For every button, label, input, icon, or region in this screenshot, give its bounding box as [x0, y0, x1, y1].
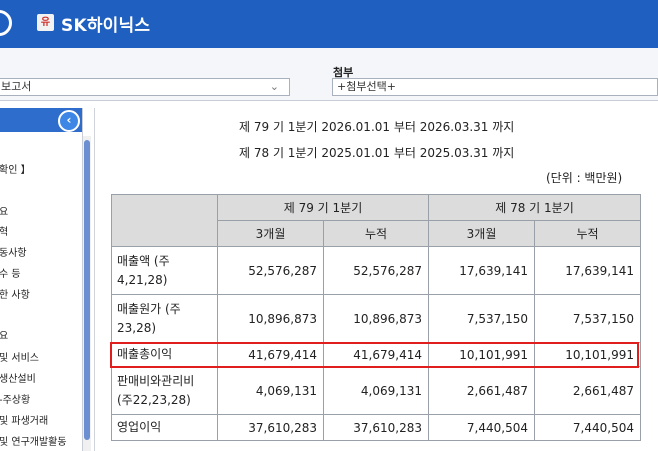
cell-value: 4,069,131	[217, 366, 324, 415]
row-label: 매출원가 (주23,28)	[111, 294, 218, 343]
cell-value: 7,537,150	[534, 294, 641, 343]
toc-item[interactable]: 요	[0, 327, 8, 342]
group-header-prior: 제 78 기 1분기	[428, 194, 641, 221]
cell-value: 41,679,414	[217, 342, 324, 367]
unit-label: (단위 : 백만원)	[546, 171, 623, 185]
cell-value: 37,610,283	[323, 414, 429, 441]
sidebar-scrollbar[interactable]	[83, 136, 91, 451]
cell-value: 10,101,991	[534, 342, 641, 367]
row-label: 판매비와관리비 (주22,23,28)	[111, 366, 218, 415]
toc-item[interactable]: 및 서비스	[0, 349, 39, 364]
toc-item[interactable]: 요	[0, 203, 8, 218]
chevron-down-icon[interactable]: ⌄	[270, 79, 279, 95]
cell-value: 10,101,991	[428, 342, 535, 367]
toc-item[interactable]: 한 사항	[0, 286, 30, 301]
sub-header: 누적	[323, 220, 429, 247]
toc-item[interactable]: 동사항	[0, 244, 27, 259]
table-row: 영업이익 37,610,283 37,610,283 7,440,504 7,4…	[111, 414, 641, 441]
cell-value: 7,537,150	[428, 294, 535, 343]
title-bar: 유 SK하이닉스	[0, 0, 658, 48]
cell-value: 17,639,141	[534, 246, 641, 295]
cell-value: 10,896,873	[217, 294, 324, 343]
cell-value: 41,679,414	[323, 342, 429, 367]
scrollbar-thumb[interactable]	[84, 140, 90, 440]
cell-value: 4,069,131	[323, 366, 429, 415]
row-label: 매출액 (주4,21,28)	[111, 246, 218, 295]
toc-item[interactable]: 및 파생거래	[0, 412, 48, 427]
cell-value: 37,610,283	[217, 414, 324, 441]
cell-value: 7,440,504	[428, 414, 535, 441]
report-select-value: 보고서	[1, 80, 32, 93]
cell-value: 17,639,141	[428, 246, 535, 295]
group-header-current: 제 79 기 1분기	[217, 194, 429, 221]
sub-header: 3개월	[428, 220, 535, 247]
toc-item[interactable]: 생산설비	[0, 370, 36, 385]
app-circle-icon[interactable]	[0, 10, 12, 36]
table-row-highlighted: 매출총이익 41,679,414 41,679,414 10,101,991 1…	[111, 342, 641, 367]
cell-value: 52,576,287	[323, 246, 429, 295]
toc-item[interactable]: 혁	[0, 223, 8, 238]
period-prior: 제 78 기 1분기 2025.01.01 부터 2025.03.31 까지	[239, 146, 515, 160]
report-select[interactable]: 보고서 ⌄	[0, 78, 290, 96]
cell-value: 7,440,504	[534, 414, 641, 441]
company-name: SK하이닉스	[61, 16, 151, 36]
sub-header: 누적	[534, 220, 641, 247]
toc-item[interactable]: 수 등	[0, 265, 21, 280]
income-statement-table: 제 79 기 1분기 제 78 기 1분기 3개월 누적 3개월 누적 매출액 …	[111, 194, 641, 441]
row-label: 영업이익	[111, 414, 218, 441]
table-row: 매출원가 (주23,28) 10,896,873 10,896,873 7,53…	[111, 294, 641, 343]
toc-item[interactable]: 및 연구개발활동	[0, 433, 67, 448]
sub-header: 3개월	[217, 220, 324, 247]
table-row: 판매비와관리비 (주22,23,28) 4,069,131 4,069,131 …	[111, 366, 641, 415]
period-current: 제 79 기 1분기 2026.01.01 부터 2026.03.31 까지	[239, 120, 515, 134]
header-corner	[111, 194, 218, 247]
company-logo-icon: 유	[37, 14, 54, 31]
cell-value: 2,661,487	[428, 366, 535, 415]
table-row: 매출액 (주4,21,28) 52,576,287 52,576,287 17,…	[111, 246, 641, 295]
toc-item[interactable]: 확인 】	[0, 161, 31, 176]
toc-item[interactable]: -주상황	[0, 391, 30, 406]
attach-select[interactable]: +첨부선택+	[332, 78, 658, 96]
row-label: 매출총이익	[111, 342, 218, 367]
cell-value: 10,896,873	[323, 294, 429, 343]
cell-value: 2,661,487	[534, 366, 641, 415]
cell-value: 52,576,287	[217, 246, 324, 295]
collapse-sidebar-button[interactable]: ‹	[58, 110, 80, 132]
